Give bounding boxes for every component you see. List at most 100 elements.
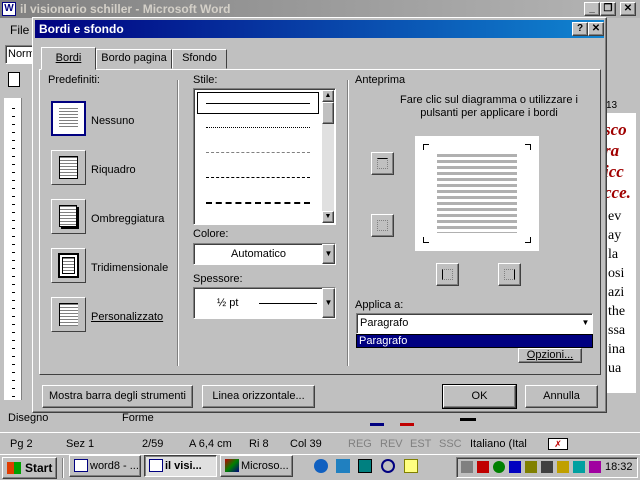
line-color-icon[interactable] [370, 414, 384, 426]
middle-border-button[interactable] [371, 214, 394, 237]
new-doc-icon[interactable] [8, 72, 20, 87]
horizontal-line-button[interactable]: Linea orizzontale... [202, 385, 315, 408]
task-word8[interactable]: word8 - ... [69, 455, 141, 477]
scroll-up-button[interactable]: ▲ [322, 90, 334, 102]
preset-label: Nessuno [91, 115, 135, 127]
width-label: Spessore: [193, 273, 243, 285]
options-button[interactable]: Opzioni... [518, 348, 582, 363]
tab-bordi[interactable]: Bordi [41, 47, 96, 70]
preset-label: Ombreggiatura [91, 213, 165, 225]
apply-option[interactable]: Paragrafo [357, 335, 592, 347]
shapes-menu[interactable]: Forme [122, 412, 154, 424]
word-app-icon[interactable]: W [2, 2, 16, 16]
tray-icon[interactable] [493, 461, 505, 473]
width-dropdown[interactable]: ½ pt ▼ [193, 287, 336, 319]
notepad-icon[interactable] [404, 459, 418, 473]
status-reg[interactable]: REG [348, 436, 372, 452]
preset-label: Tridimensionale [91, 262, 169, 274]
status-ssc[interactable]: SSC [439, 436, 462, 452]
scroll-thumb[interactable] [322, 102, 334, 124]
start-button[interactable]: Start [2, 457, 57, 479]
chevron-down-icon[interactable]: ▼ [322, 244, 335, 264]
preset-custom-icon [51, 297, 86, 332]
preview-hint: Fare clic sul diagramma o utilizzare i p… [400, 94, 578, 119]
speaker-icon[interactable] [541, 461, 553, 473]
style-option-selected[interactable] [197, 92, 319, 114]
task-label: Microso... [241, 460, 289, 472]
desktop-icon[interactable] [358, 459, 372, 473]
task-visionario[interactable]: il visi... [144, 455, 217, 477]
office-icon [225, 459, 239, 472]
task-microsoft[interactable]: Microso... [220, 455, 293, 477]
close-button[interactable]: ✕ [620, 2, 636, 16]
doc-text-line: ua [608, 361, 622, 376]
status-rev[interactable]: REV [380, 436, 403, 452]
scroll-down-button[interactable]: ▼ [322, 211, 334, 223]
presets-label: Predefiniti: [48, 74, 100, 86]
top-border-button[interactable] [371, 152, 394, 175]
outlook-icon[interactable] [336, 459, 350, 473]
help-button[interactable]: ? [572, 22, 588, 36]
chevron-down-icon[interactable]: ▼ [579, 314, 592, 333]
doc-red-line: ra [604, 141, 620, 160]
preview-diagram[interactable] [415, 136, 539, 251]
cancel-button[interactable]: Annulla [525, 385, 598, 408]
tray-icon[interactable] [557, 461, 569, 473]
doc-red-line: cce. [604, 183, 631, 202]
style-label: Stile: [193, 74, 218, 86]
show-toolbar-label: Mostra barra degli strumenti [49, 390, 186, 402]
style-scrollbar[interactable]: ▲ ▼ [322, 90, 334, 223]
status-est[interactable]: EST [410, 436, 431, 452]
tray-icon[interactable] [461, 461, 473, 473]
tray-icon[interactable] [589, 461, 601, 473]
clock[interactable]: 18:32 [605, 461, 633, 473]
vertical-ruler [4, 98, 22, 400]
preset-label: Personalizzato [91, 311, 164, 323]
line-style-icon[interactable] [460, 418, 476, 421]
chevron-down-icon[interactable]: ▼ [322, 288, 335, 318]
color-label: Colore: [193, 228, 229, 240]
menu-file[interactable]: File [10, 23, 29, 37]
style-option[interactable] [206, 127, 310, 128]
color-dropdown[interactable]: Automatico ▼ [193, 243, 336, 265]
tray-icon[interactable] [509, 461, 521, 473]
horizontal-line-label: Linea orizzontale... [212, 390, 305, 402]
document-page[interactable]: sco ra icc cce. ev ay la osi azi the ssa… [604, 113, 636, 393]
preset-label: Riquadro [91, 164, 136, 176]
style-option[interactable] [206, 177, 310, 178]
left-border-button[interactable] [436, 263, 459, 286]
ie-icon[interactable] [314, 459, 328, 473]
tray-icon[interactable] [525, 461, 537, 473]
doc-text-line: ssa [608, 323, 626, 338]
tab-bordo-pagina[interactable]: Bordo pagina [96, 49, 172, 69]
apply-dropdown-list[interactable]: Paragrafo [356, 334, 593, 348]
style-option[interactable] [206, 202, 310, 204]
tray-icon[interactable] [477, 461, 489, 473]
ok-button[interactable]: OK [442, 384, 517, 409]
tab-panel: Predefiniti: Nessuno Riquadro Ombreggiat… [39, 69, 601, 375]
spelling-icon[interactable]: ✗ [548, 438, 568, 450]
style-list[interactable]: ▲ ▼ [193, 88, 336, 225]
tab-label: Bordi [55, 52, 82, 64]
status-col: Col 39 [290, 438, 322, 450]
apply-dropdown[interactable]: Paragrafo ▼ [356, 313, 593, 334]
doc-text-line: la [608, 247, 619, 262]
doc-text-line: ay [608, 228, 622, 243]
width-value: ½ pt [217, 297, 239, 309]
right-border-button[interactable] [498, 263, 521, 286]
font-color-icon[interactable] [400, 414, 414, 426]
style-box[interactable]: Norm [5, 45, 35, 64]
dialog-titlebar: Bordi e sfondo ? ✕ [35, 20, 604, 38]
search-icon[interactable] [381, 459, 395, 473]
minimize-button[interactable]: _ [584, 2, 600, 16]
doc-text-line: the [608, 304, 626, 319]
task-label: il visi... [165, 460, 202, 472]
tab-sfondo[interactable]: Sfondo [172, 49, 227, 69]
style-option[interactable] [206, 152, 310, 153]
dialog-close-button[interactable]: ✕ [588, 22, 604, 36]
drawing-menu[interactable]: Disegno [8, 412, 48, 424]
show-toolbar-button[interactable]: Mostra barra degli strumenti [42, 385, 193, 408]
word-doc-icon [74, 459, 88, 472]
tray-icon[interactable] [573, 461, 585, 473]
restore-button[interactable]: ❐ [600, 2, 616, 16]
